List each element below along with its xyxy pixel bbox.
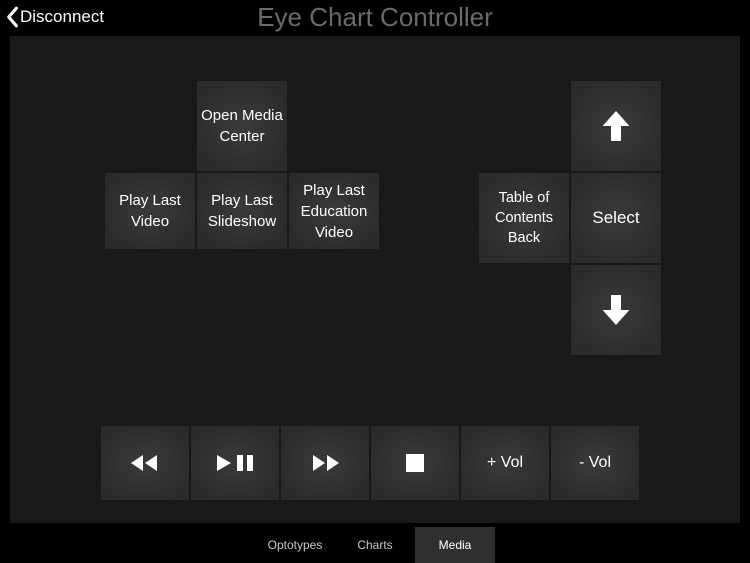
rewind-button[interactable] [100, 425, 190, 501]
fast-forward-icon [307, 449, 343, 477]
app-root: Disconnect Eye Chart Controller Open Med… [0, 0, 750, 563]
tab-charts[interactable]: Charts [335, 527, 415, 563]
arrow-up-icon [596, 106, 636, 146]
main-panel: Open Media Center Play Last Video Play L… [10, 36, 740, 523]
fast-forward-button[interactable] [280, 425, 370, 501]
chevron-left-icon [4, 6, 20, 28]
title-bar: Disconnect Eye Chart Controller [0, 0, 750, 34]
play-pause-icon [213, 449, 257, 477]
play-last-slideshow-button[interactable]: Play Last Slideshow [196, 172, 288, 250]
playback-row: + Vol - Vol [100, 425, 640, 501]
disconnect-button[interactable]: Disconnect [0, 6, 104, 28]
open-media-center-button[interactable]: Open Media Center [196, 80, 288, 172]
volume-up-button[interactable]: + Vol [460, 425, 550, 501]
arrow-down-icon [596, 290, 636, 330]
stop-button[interactable] [370, 425, 460, 501]
disconnect-label: Disconnect [20, 7, 104, 27]
play-pause-button[interactable] [190, 425, 280, 501]
play-last-video-button[interactable]: Play Last Video [104, 172, 196, 250]
stop-icon [403, 451, 427, 475]
page-title: Eye Chart Controller [0, 2, 750, 33]
volume-down-button[interactable]: - Vol [550, 425, 640, 501]
toc-back-button[interactable]: Table of Contents Back [478, 172, 570, 264]
tab-media[interactable]: Media [415, 527, 495, 563]
play-last-education-video-button[interactable]: Play Last Education Video [288, 172, 380, 250]
tab-bar: Optotypes Charts Media [0, 527, 750, 563]
nav-up-button[interactable] [570, 80, 662, 172]
rewind-icon [127, 449, 163, 477]
tab-optotypes[interactable]: Optotypes [255, 527, 335, 563]
select-button[interactable]: Select [570, 172, 662, 264]
nav-down-button[interactable] [570, 264, 662, 356]
